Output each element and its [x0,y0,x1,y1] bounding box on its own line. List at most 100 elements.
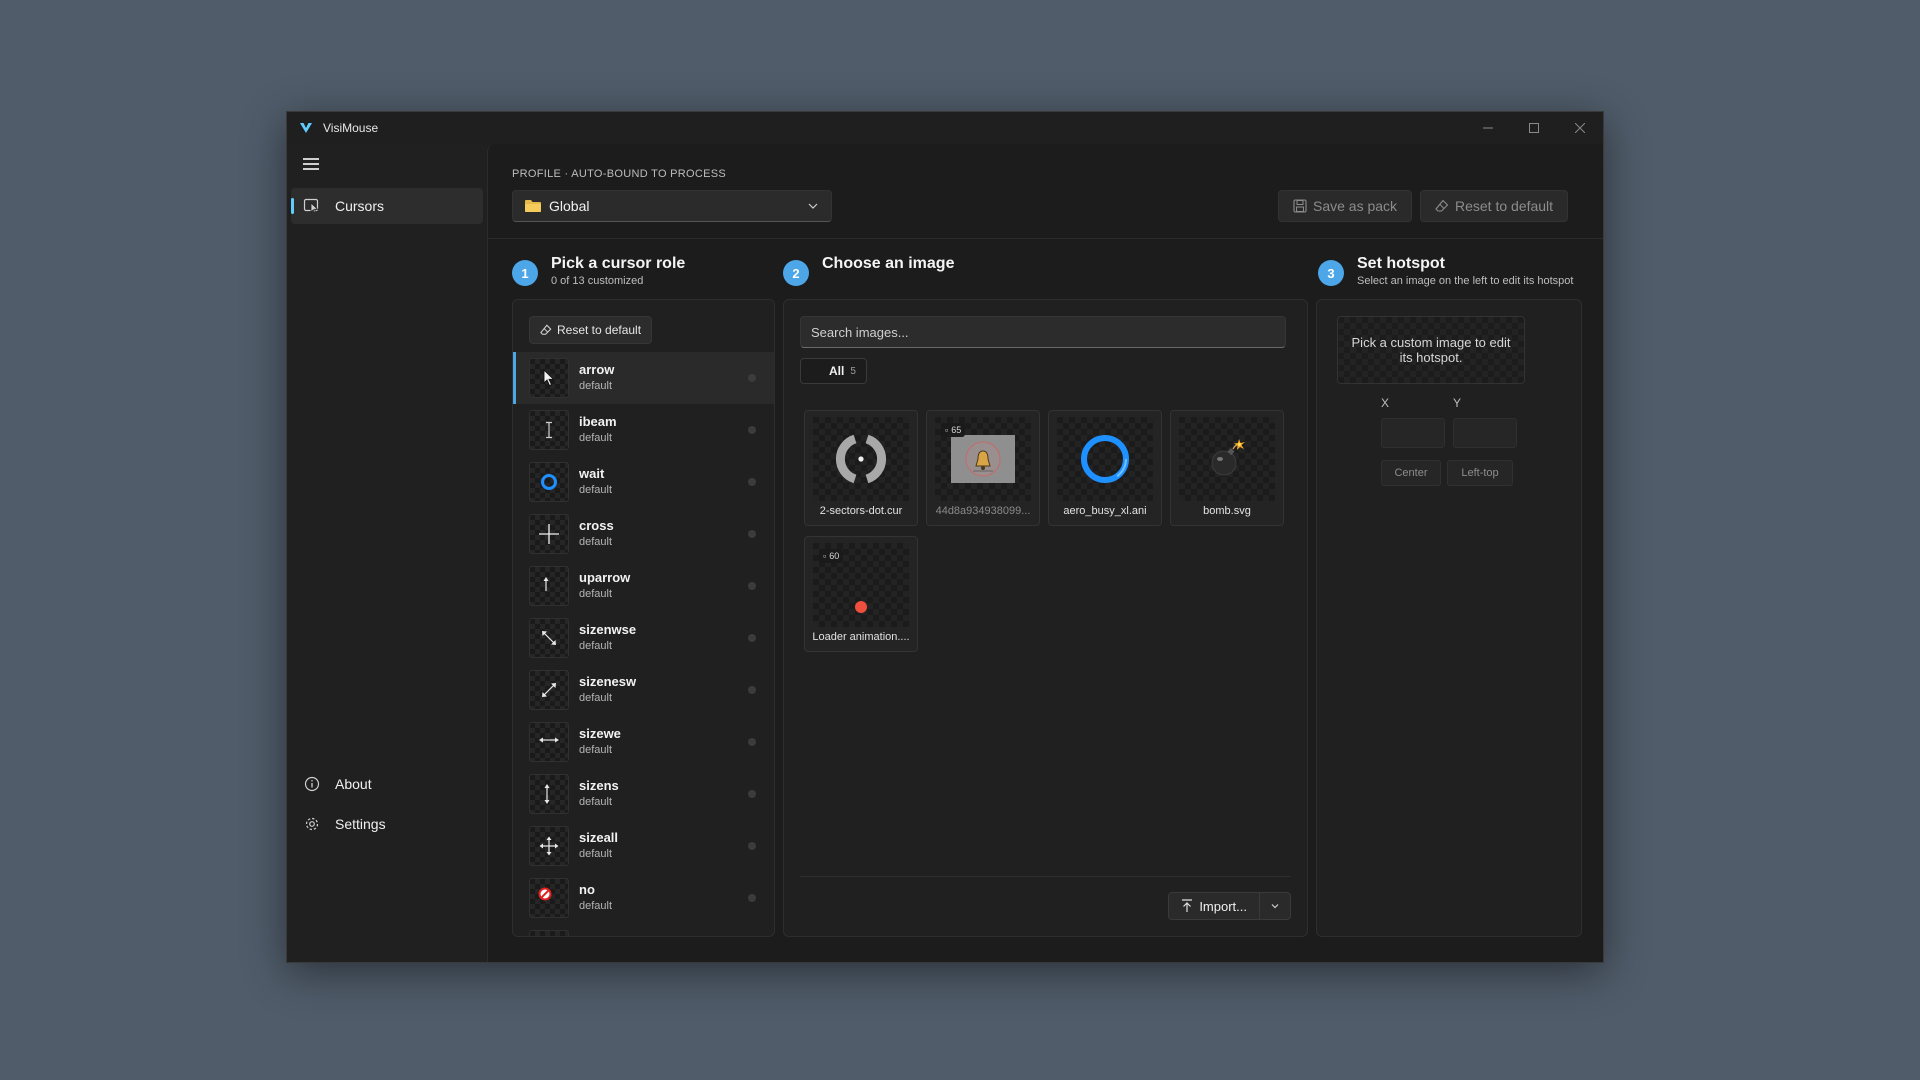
folder-icon [525,200,541,212]
hotspot-x-input[interactable] [1381,418,1445,448]
role-row-partial[interactable] [513,924,774,936]
profile-dropdown[interactable]: Global [512,190,832,222]
role-row-sizenwse[interactable]: sizenwse default [513,612,774,664]
frame-count-badge: ▫ 65 [941,423,966,437]
sizens-cursor-icon [529,774,569,814]
minimize-button[interactable] [1465,112,1511,144]
role-status-dot [748,426,756,434]
frame-count: 60 [829,551,840,561]
import-button[interactable]: Import... [1169,893,1260,919]
role-row-arrow[interactable]: arrow default [513,352,774,404]
eraser-icon [540,324,552,336]
filter-all-chip[interactable]: All 5 [800,358,867,384]
spinner-sectors-icon [813,417,909,501]
role-row-sizeall[interactable]: sizeall default [513,820,774,872]
image-name: 44d8a934938099... [935,505,1031,517]
step-1-title: Pick a cursor role [551,255,686,272]
sidebar-item-settings[interactable]: Settings [291,806,483,842]
lefttop-hotspot-button[interactable]: Left-top [1447,460,1513,486]
hotspot-panel: Pick a custom image to edit its hotspot.… [1316,299,1582,937]
close-button[interactable] [1557,112,1603,144]
uparrow-cursor-icon [529,566,569,606]
image-library-panel: All 5 2-sectors-dot.cur ▫ 65 [783,299,1308,937]
role-status-dot [748,842,756,850]
import-split-button: Import... [1168,892,1291,920]
role-row-sizenesw[interactable]: sizenesw default [513,664,774,716]
role-row-uparrow[interactable]: uparrow default [513,560,774,612]
ibeam-cursor-icon [529,410,569,450]
hotspot-y-input[interactable] [1453,418,1517,448]
role-status-dot [748,686,756,694]
role-row-sizens[interactable]: sizens default [513,768,774,820]
role-status-dot [748,478,756,486]
role-name: arrow [579,362,615,377]
wait-ring-icon [529,462,569,502]
role-name: sizewe [579,726,621,741]
image-tile-2-sectors-dot[interactable]: 2-sectors-dot.cur [804,410,918,526]
window-controls [1465,112,1603,144]
filter-count: 5 [850,365,856,377]
hotspot-hint: Pick a custom image to edit its hotspot. [1337,316,1525,384]
profile-selected-value: Global [549,198,590,214]
sidebar-item-label: Cursors [335,198,385,214]
profile-label: PROFILE · AUTO-BOUND TO PROCESS [512,168,727,180]
image-name: bomb.svg [1203,505,1251,517]
role-row-wait[interactable]: wait default [513,456,774,508]
main-content: PROFILE · AUTO-BOUND TO PROCESS Global S… [487,144,1603,962]
reset-roles-button[interactable]: Reset to default [529,316,653,344]
bomb-icon [1179,417,1275,501]
role-row-ibeam[interactable]: ibeam default [513,404,774,456]
import-label: Import... [1199,898,1247,914]
role-name: uparrow [579,570,631,585]
sidebar-item-about[interactable]: About [291,766,483,802]
step-3-badge: 3 [1318,260,1344,286]
sidebar-item-cursors[interactable]: Cursors [291,188,483,224]
sidebar-item-label: About [335,776,372,792]
sizenesw-cursor-icon [529,670,569,710]
image-name: 2-sectors-dot.cur [819,505,903,517]
cross-cursor-icon [529,514,569,554]
role-state: default [579,900,613,912]
frames-icon: ▫ [945,425,949,435]
sizeall-cursor-icon [529,826,569,866]
role-status-dot [748,790,756,798]
header-divider [488,238,1603,239]
reset-profile-button[interactable]: Reset to default [1420,190,1569,222]
role-name: ibeam [579,414,617,429]
role-name: no [579,882,595,897]
image-tile-44d8a934938099[interactable]: ▫ 65 44d8a934938099... [926,410,1040,526]
maximize-button[interactable] [1511,112,1557,144]
selection-indicator [513,352,516,404]
role-row-sizewe[interactable]: sizewe default [513,716,774,768]
title-bar: VisiMouse [287,112,1603,144]
upload-icon [1182,899,1193,912]
cursor-roles-panel: Reset to default arrow default ibeam def… [512,299,775,937]
gear-icon [303,815,321,833]
close-icon [1575,123,1585,133]
image-tile-loader-animation[interactable]: ▫ 60 Loader animation.... [804,536,918,652]
role-state: default [579,432,613,444]
save-as-pack-button[interactable]: Save as pack [1278,190,1413,222]
import-dropdown-button[interactable] [1260,893,1290,919]
center-hotspot-button[interactable]: Center [1381,460,1441,486]
step-2-badge: 2 [783,260,809,286]
role-row-no[interactable]: no default [513,872,774,924]
sidebar: Cursors About Settings [287,144,487,962]
maximize-icon [1529,123,1539,133]
frame-count: 65 [951,425,962,435]
role-row-cross[interactable]: cross default [513,508,774,560]
app-title: VisiMouse [323,121,379,135]
save-icon [1293,199,1307,213]
search-images-input[interactable] [800,316,1286,348]
app-window: VisiMouse Cursors About Settings PROFILE… [286,111,1604,963]
role-state: default [579,692,613,704]
role-name: sizeall [579,830,619,845]
image-tile-aero-busy-xl[interactable]: aero_busy_xl.ani [1048,410,1162,526]
role-state: default [579,588,613,600]
save-as-pack-label: Save as pack [1313,198,1398,214]
filter-label: All [829,364,845,378]
frames-icon: ▫ [823,551,827,561]
image-tile-bomb-svg[interactable]: bomb.svg [1170,410,1284,526]
hamburger-menu-icon[interactable] [303,158,319,172]
reset-roles-label: Reset to default [557,323,642,337]
